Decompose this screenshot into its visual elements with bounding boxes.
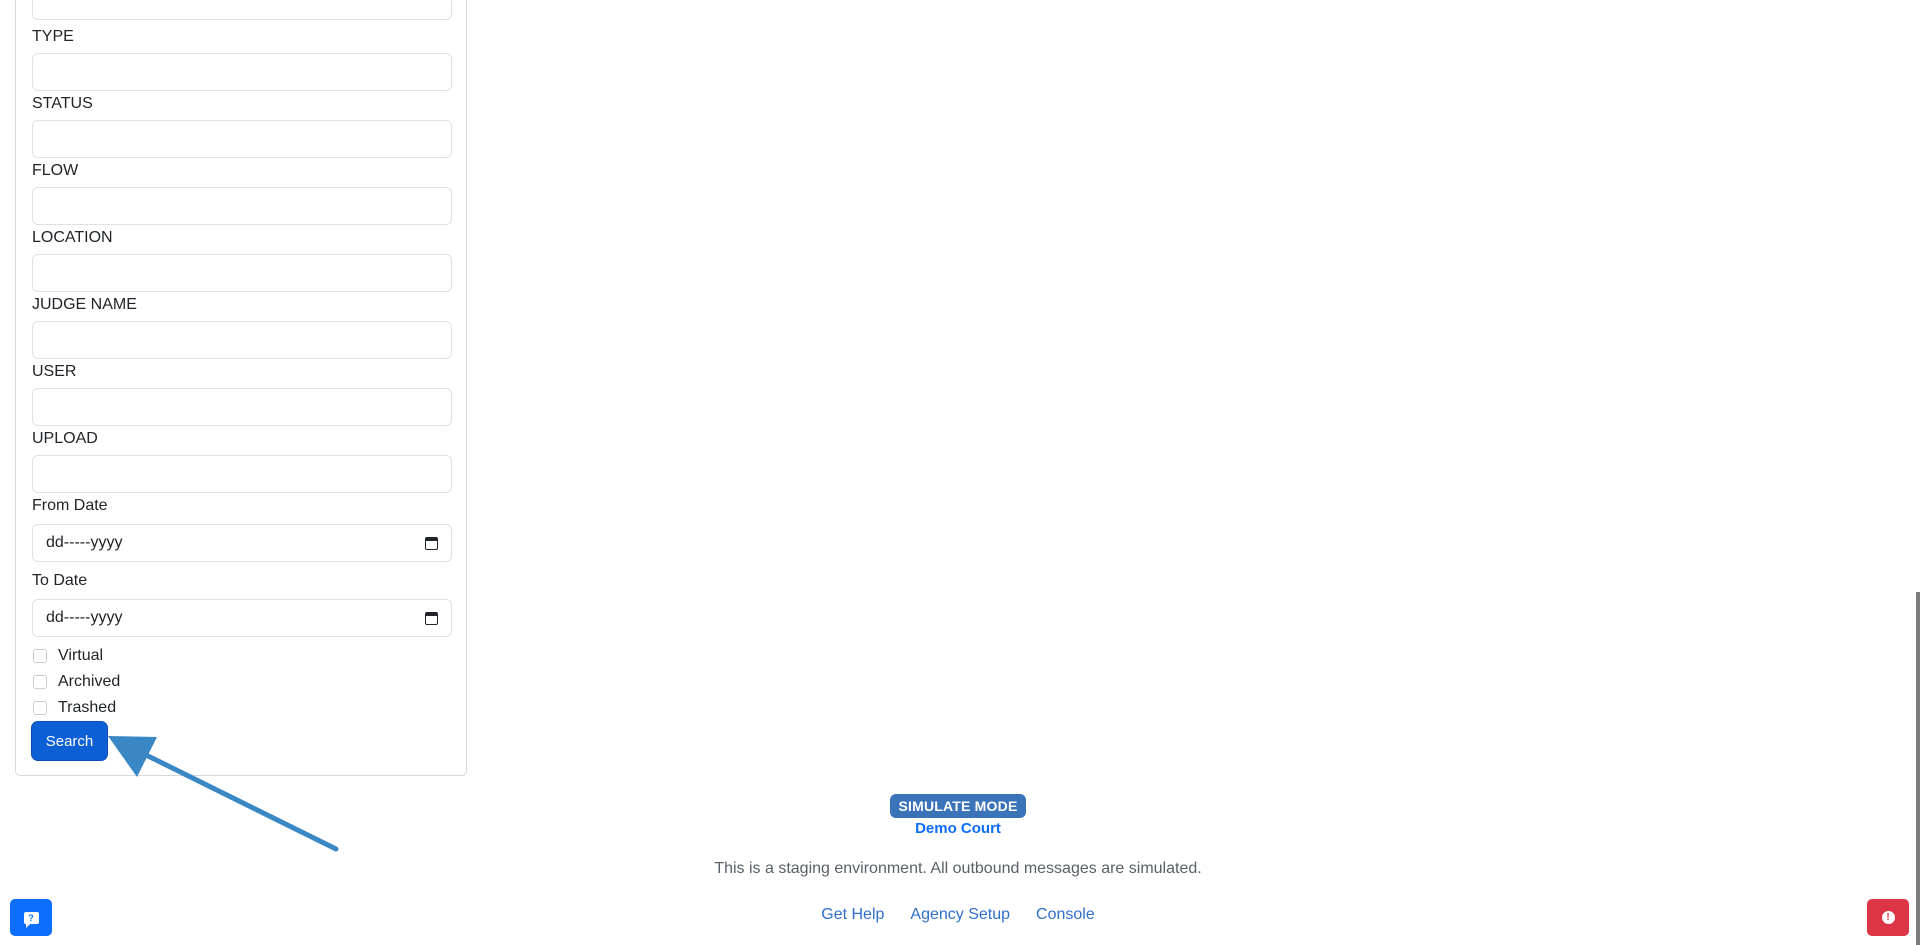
help-button[interactable]: ?: [10, 899, 52, 936]
staging-note: This is a staging environment. All outbo…: [714, 860, 1202, 877]
scrollbar-thumb[interactable]: [1916, 592, 1920, 945]
footer-link-get-help[interactable]: Get Help: [821, 906, 884, 924]
footer-link-agency-setup[interactable]: Agency Setup: [910, 906, 1010, 924]
alert-button[interactable]: !: [1867, 899, 1909, 936]
annotation-arrow: [108, 736, 339, 852]
alert-icon: !: [1881, 911, 1895, 924]
court-name[interactable]: Demo Court: [860, 820, 1056, 837]
footer-link-console[interactable]: Console: [1036, 906, 1095, 924]
help-chat-icon: ?: [23, 911, 39, 928]
calendar-icon[interactable]: [425, 611, 438, 625]
calendar-icon[interactable]: [425, 536, 438, 550]
page: TYPE STATUS FLOW LOCATION JUDGE NAME USE…: [0, 0, 1920, 945]
simulate-mode-badge: SIMULATE MODE: [890, 794, 1026, 818]
footer-links: Get Help Agency Setup Console: [0, 906, 1916, 924]
arrow-shaft: [137, 749, 339, 852]
